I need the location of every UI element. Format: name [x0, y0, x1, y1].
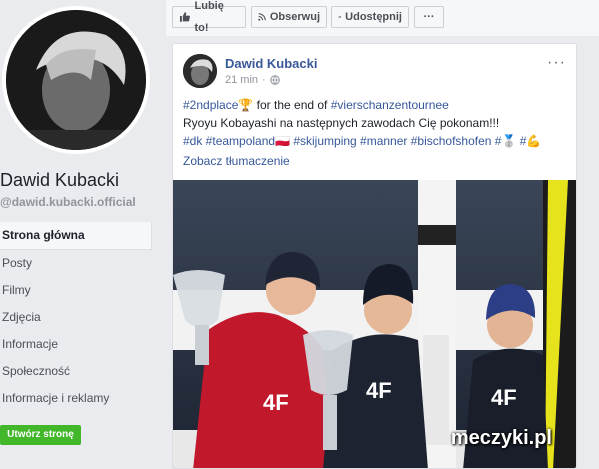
page-handle[interactable]: @dawid.kubacki.official: [0, 195, 136, 209]
profile-picture[interactable]: [6, 10, 146, 150]
post-text: #2ndplace🏆 for the end of #vierschanzent…: [183, 96, 573, 150]
hashtag-vierschanzentournee[interactable]: #vierschanzentournee: [331, 98, 449, 112]
left-sidebar: Dawid Kubacki @dawid.kubacki.official St…: [0, 0, 160, 469]
nav-item-posts[interactable]: Posty: [0, 250, 152, 277]
share-arrow-icon: [338, 15, 342, 19]
share-button[interactable]: Udostępnij: [331, 6, 409, 28]
watermark: meczyki.pl: [450, 427, 552, 449]
follow-button[interactable]: Obserwuj: [251, 6, 327, 28]
svg-text:4F: 4F: [491, 385, 517, 410]
profile-picture-frame[interactable]: [2, 6, 150, 154]
post-timestamp[interactable]: 21 min: [225, 74, 258, 86]
post-text-line-2: Ryoyu Kobayashi na następnych zawodach C…: [183, 116, 500, 130]
post-hashtags[interactable]: #dk #teampoland🇵🇱 #skijumping #manner #b…: [183, 132, 573, 150]
nav-item-photos[interactable]: Zdjęcia: [0, 304, 152, 331]
nav-item-home[interactable]: Strona główna: [0, 222, 152, 250]
more-options-button[interactable]: ···: [414, 6, 444, 28]
follow-label: Obserwuj: [269, 11, 320, 23]
post-meta: 21 min ·: [225, 74, 280, 86]
rss-icon: [258, 13, 266, 21]
post-card: Dawid Kubacki 21 min · ··· #2ndplace🏆 fo…: [172, 43, 577, 469]
post-options-icon[interactable]: ···: [547, 54, 566, 72]
trophy-emoji: 🏆: [238, 98, 254, 112]
like-page-label: Lubię to!: [194, 0, 224, 34]
thumbs-up-icon: [179, 12, 190, 22]
svg-text:4F: 4F: [263, 390, 289, 415]
page-action-bar: Lubię to! Obserwuj Udostępnij ···: [166, 0, 599, 36]
post-text-line-1: #2ndplace🏆 for the end of #vierschanzent…: [183, 96, 573, 114]
globe-icon: [269, 75, 280, 85]
hashtag-2ndplace[interactable]: #2ndplace: [183, 98, 238, 112]
nav-item-videos[interactable]: Filmy: [0, 277, 152, 304]
post-author-name[interactable]: Dawid Kubacki: [225, 56, 317, 71]
page-nav: Strona główna Posty Filmy Zdjęcia Inform…: [0, 222, 152, 412]
more-options-label: ···: [423, 11, 435, 23]
post-author-avatar[interactable]: [183, 54, 217, 88]
nav-item-info-and-ads[interactable]: Informacje i reklamy: [0, 385, 152, 412]
svg-text:4F: 4F: [366, 378, 392, 403]
see-translation-link[interactable]: Zobacz tłumaczenie: [183, 154, 290, 168]
page-name[interactable]: Dawid Kubacki: [0, 170, 119, 191]
post-text-fragment: for the end of: [253, 98, 331, 112]
post-photo[interactable]: 4F 4F 4F meczyki.pl: [173, 180, 576, 468]
nav-item-community[interactable]: Społeczność: [0, 358, 152, 385]
like-page-button[interactable]: Lubię to!: [172, 0, 246, 34]
podium-photo: 4F 4F 4F: [173, 180, 576, 468]
share-label: Udostępnij: [345, 11, 402, 23]
create-page-button[interactable]: Utwórz stronę: [0, 425, 81, 445]
nav-item-about[interactable]: Informacje: [0, 331, 152, 358]
